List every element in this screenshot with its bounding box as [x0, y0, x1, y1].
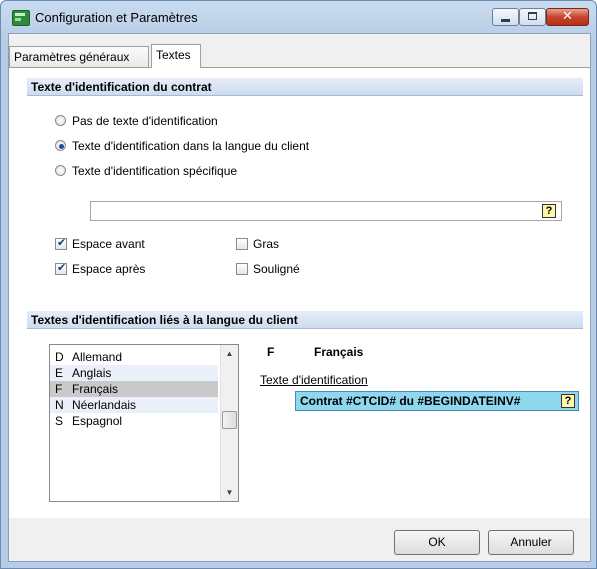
radio-label: Texte d'identification dans la langue du…: [72, 139, 310, 153]
checkbox-box-icon: ✔: [55, 236, 67, 250]
checkbox-box-icon: [236, 263, 248, 275]
checkbox-label: Espace avant: [72, 237, 145, 251]
app-icon: [12, 10, 30, 26]
language-name: Anglais: [72, 366, 112, 380]
help-icon[interactable]: ?: [542, 204, 556, 218]
minimize-button[interactable]: [492, 8, 519, 26]
checkbox-label: Espace après: [72, 262, 146, 276]
dialog-window: Configuration et Paramètres ✕ Paramètres…: [0, 0, 597, 569]
checkbox-label: Gras: [253, 237, 280, 251]
close-button[interactable]: ✕: [546, 8, 589, 26]
radio-label: Pas de texte d'identification: [72, 114, 218, 128]
section-header-languages: Textes d'identification liés à la langue…: [27, 311, 583, 329]
radio-circle-icon: [55, 140, 66, 151]
language-code: D: [55, 350, 64, 364]
maximize-button[interactable]: [519, 8, 546, 26]
specific-text-input[interactable]: [90, 201, 562, 221]
list-item-language[interactable]: N Néerlandais: [50, 397, 218, 413]
list-item-language[interactable]: S Espagnol: [50, 413, 218, 429]
tab-parametres-generaux[interactable]: Paramètres généraux: [9, 46, 149, 68]
language-code: E: [55, 366, 64, 380]
radio-circle-icon: [55, 165, 66, 176]
tab-panel-textes: Texte d'identification du contrat Pas de…: [9, 67, 590, 518]
maximize-icon: [528, 12, 537, 20]
language-code: N: [55, 398, 64, 412]
scroll-thumb[interactable]: [222, 411, 237, 429]
checkbox-box-icon: [236, 238, 248, 250]
tab-textes[interactable]: Textes: [151, 44, 201, 68]
cancel-button[interactable]: Annuler: [488, 530, 574, 555]
help-icon[interactable]: ?: [561, 394, 575, 408]
identification-text-link[interactable]: Texte d'identification: [260, 373, 368, 387]
scroll-up-arrow-icon[interactable]: ▲: [221, 345, 238, 362]
language-list-scrollbar[interactable]: ▲ ▼: [220, 345, 238, 501]
language-name: Français: [72, 382, 119, 396]
list-item-language-selected[interactable]: F Français: [50, 381, 218, 397]
title-bar[interactable]: Configuration et Paramètres ✕: [1, 1, 596, 33]
scroll-down-arrow-icon[interactable]: ▼: [221, 484, 238, 501]
checkbox-box-icon: ✔: [55, 261, 67, 275]
language-name: Néerlandais: [72, 398, 137, 412]
language-name: Espagnol: [72, 414, 123, 428]
radio-circle-icon: [55, 115, 66, 126]
check-icon: ✔: [57, 261, 67, 274]
checkbox-label: Souligné: [253, 262, 300, 276]
close-icon: ✕: [562, 9, 573, 24]
radio-selected-dot-icon: [59, 144, 64, 149]
language-code: F: [55, 382, 63, 396]
language-code: S: [55, 414, 64, 428]
radio-label: Texte d'identification spécifique: [72, 164, 238, 178]
selected-language-name: Français: [314, 345, 364, 359]
identification-text-field[interactable]: Contrat #CTCID# du #BEGINDATEINV#: [295, 391, 579, 411]
dialog-footer: OK Annuler: [9, 518, 590, 561]
minimize-icon: [501, 19, 510, 22]
window-title: Configuration et Paramètres: [35, 10, 198, 25]
check-icon: ✔: [57, 236, 67, 249]
ok-button[interactable]: OK: [394, 530, 480, 555]
language-list[interactable]: D Allemand E Anglais F Français N Néerla…: [49, 344, 239, 502]
language-name: Allemand: [72, 350, 123, 364]
selected-language-code: F: [267, 345, 275, 359]
dialog-client-area: Paramètres généraux Textes Texte d'ident…: [8, 33, 591, 562]
list-item-language[interactable]: D Allemand: [50, 349, 218, 365]
list-item-language[interactable]: E Anglais: [50, 365, 218, 381]
section-header-identification: Texte d'identification du contrat: [27, 78, 583, 96]
